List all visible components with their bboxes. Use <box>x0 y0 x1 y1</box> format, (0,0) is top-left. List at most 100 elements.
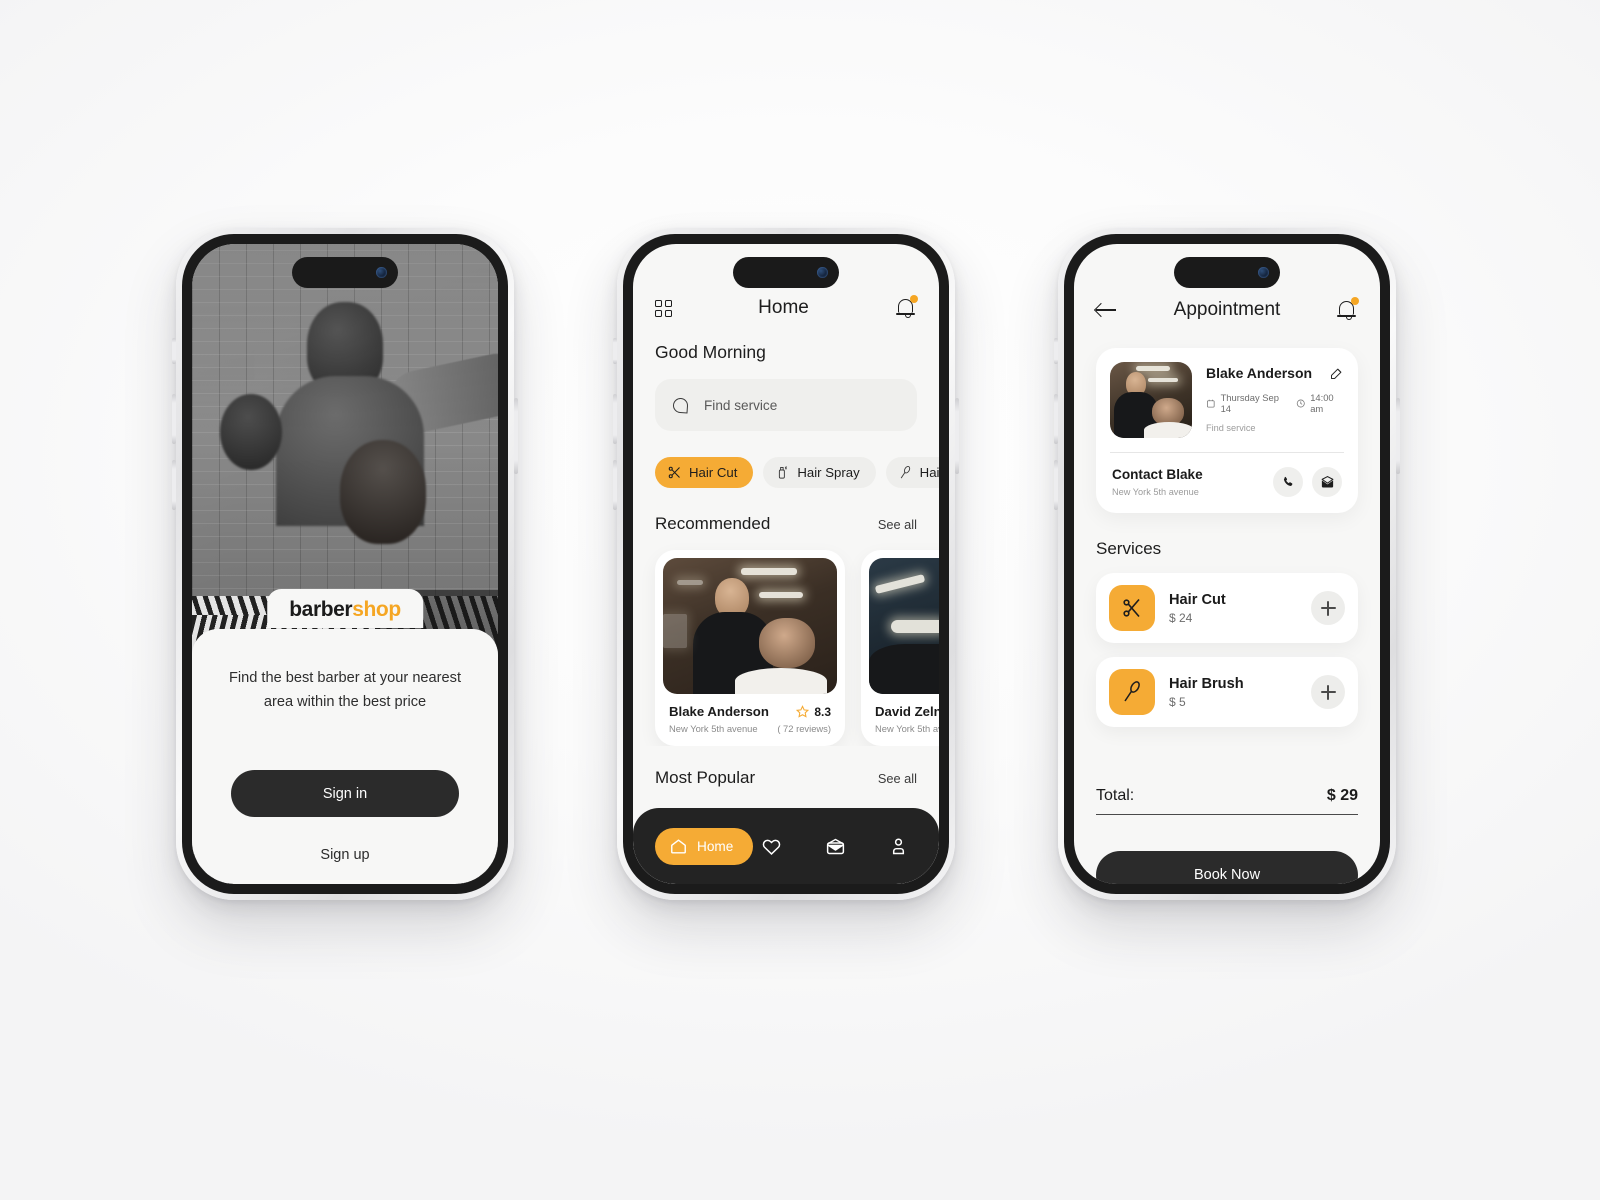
grid-icon[interactable] <box>655 299 672 317</box>
front-camera-icon <box>1258 267 1269 278</box>
nav-item-favorites[interactable] <box>753 836 789 857</box>
appointment-date-text: Thursday Sep 14 <box>1220 392 1279 414</box>
barber-address: New York 5th avenue <box>875 723 939 734</box>
section-recommended-header: Recommended See all <box>633 488 939 534</box>
volume-down-button[interactable] <box>613 460 617 510</box>
mute-switch[interactable] <box>613 338 617 364</box>
sign-up-link[interactable]: Sign up <box>222 847 468 863</box>
clock-icon <box>1296 399 1305 407</box>
appointment-barber-name: Blake Anderson <box>1206 365 1313 381</box>
heart-icon <box>762 839 781 855</box>
home-screen: Home Good Morning Find service Hair Cut <box>633 244 939 884</box>
sign-in-button[interactable]: Sign in <box>231 770 459 818</box>
appointment-time: 14:00 am <box>1296 392 1344 414</box>
volume-up-button[interactable] <box>613 394 617 444</box>
barber-address: New York 5th avenue <box>669 723 758 734</box>
barber-card[interactable]: David Zelnick New York 5th avenue <box>861 550 939 746</box>
appointment-date: Thursday Sep 14 <box>1206 392 1283 414</box>
back-arrow-icon[interactable] <box>1096 301 1118 319</box>
tagline-text: Find the best barber at your nearest are… <box>228 670 461 710</box>
appointment-screen: Appointment Blake Anderson Thursday Sep … <box>1074 244 1380 884</box>
power-button[interactable] <box>955 398 959 474</box>
notification-badge <box>910 295 918 303</box>
phone-bezel: barbershop Find the best barber at your … <box>182 234 508 894</box>
app-logo: barbershop <box>267 589 423 628</box>
person-icon <box>893 837 905 854</box>
appointment-card: Blake Anderson Thursday Sep 14 14:00 am … <box>1096 348 1358 513</box>
search-input[interactable]: Find service <box>655 379 917 431</box>
page-title: Home <box>758 297 809 318</box>
front-camera-icon <box>817 267 828 278</box>
bottom-navigation-bar: Home <box>633 808 939 884</box>
service-chip-list: Hair Cut Hair Spray Hair Brush <box>633 431 939 488</box>
service-icon-wrapper <box>1109 585 1155 631</box>
onboarding-screen: barbershop Find the best barber at your … <box>192 244 498 884</box>
power-button[interactable] <box>514 398 518 474</box>
phone-onboarding: barbershop Find the best barber at your … <box>172 228 518 900</box>
section-title: Recommended <box>655 514 771 533</box>
barber-photo <box>869 558 939 694</box>
calendar-icon <box>1206 399 1215 407</box>
barber-name: Blake Anderson <box>669 704 769 719</box>
add-service-button[interactable] <box>1311 675 1345 709</box>
add-service-button[interactable] <box>1311 591 1345 625</box>
nav-item-messages[interactable] <box>817 836 853 857</box>
volume-up-button[interactable] <box>1054 394 1058 444</box>
mail-icon <box>826 838 844 854</box>
phone-appointment: Appointment Blake Anderson Thursday Sep … <box>1054 228 1400 900</box>
power-button[interactable] <box>1396 398 1400 474</box>
brush-icon <box>900 465 910 479</box>
phone-bezel: Appointment Blake Anderson Thursday Sep … <box>1064 234 1390 894</box>
section-most-popular-header: Most Popular See all <box>633 746 939 788</box>
mute-switch[interactable] <box>1054 338 1058 364</box>
see-all-most-popular[interactable]: See all <box>878 771 917 786</box>
barber-card-meta: David Zelnick New York 5th avenue <box>869 694 939 746</box>
chip-hair-brush[interactable]: Hair Brush <box>885 457 939 488</box>
scissors-icon <box>1123 598 1140 618</box>
nav-item-home[interactable]: Home <box>655 827 754 865</box>
service-price: $ 5 <box>1169 694 1186 709</box>
message-button[interactable] <box>1312 467 1342 497</box>
chip-hair-cut[interactable]: Hair Cut <box>655 457 754 488</box>
logo-primary-text: barber <box>289 598 353 621</box>
mute-switch[interactable] <box>172 338 176 364</box>
home-icon <box>671 838 686 854</box>
volume-down-button[interactable] <box>172 460 176 510</box>
mail-icon <box>1321 475 1333 487</box>
appointment-summary: Blake Anderson Thursday Sep 14 14:00 am … <box>1110 362 1344 452</box>
front-camera-icon <box>376 267 387 278</box>
edit-icon[interactable] <box>1329 366 1344 381</box>
logo-accent-text: shop <box>352 598 401 621</box>
chip-label: Hair Brush <box>919 465 939 480</box>
service-name: Hair Cut <box>1169 591 1226 608</box>
book-now-button[interactable]: Book Now <box>1096 851 1358 884</box>
service-row-hair-brush[interactable]: Hair Brush $ 5 <box>1096 657 1358 727</box>
bell-icon[interactable] <box>1336 297 1359 322</box>
phone-icon <box>1283 476 1293 486</box>
service-name: Hair Brush <box>1169 675 1244 692</box>
total-row: Total: $ 29 <box>1096 787 1358 815</box>
nav-item-profile[interactable] <box>881 836 917 857</box>
barber-card[interactable]: Blake Anderson 8.3 New York 5th avenue (… <box>655 550 845 746</box>
contact-address: New York 5th avenue <box>1112 487 1199 497</box>
volume-up-button[interactable] <box>172 394 176 444</box>
contact-title: Contact Blake <box>1112 467 1203 482</box>
bell-icon[interactable] <box>895 295 918 320</box>
call-button[interactable] <box>1273 467 1303 497</box>
dynamic-island <box>733 257 839 288</box>
search-icon <box>672 396 689 414</box>
services-title: Services <box>1096 539 1162 558</box>
service-icon-wrapper <box>1109 669 1155 715</box>
volume-down-button[interactable] <box>1054 460 1058 510</box>
barber-rating: 8.3 <box>814 704 831 719</box>
nav-label-home: Home <box>697 838 734 854</box>
contact-section: Contact Blake New York 5th avenue <box>1110 453 1344 513</box>
chip-hair-spray[interactable]: Hair Spray <box>763 457 876 488</box>
see-all-recommended[interactable]: See all <box>878 517 917 532</box>
search-placeholder: Find service <box>704 397 778 413</box>
service-row-hair-cut[interactable]: Hair Cut $ 24 <box>1096 573 1358 643</box>
barber-card-meta: Blake Anderson 8.3 New York 5th avenue (… <box>663 694 837 746</box>
total-label: Total: <box>1096 787 1135 804</box>
chip-label: Hair Cut <box>689 465 738 480</box>
appointment-sub-text: Find service <box>1206 423 1256 433</box>
